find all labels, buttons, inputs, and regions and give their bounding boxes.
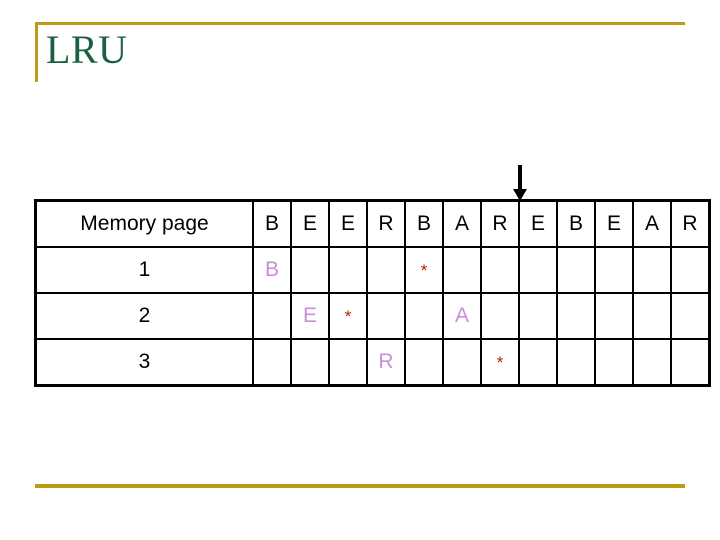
frame-cell	[518, 338, 558, 386]
reference-header-cell: B	[252, 200, 292, 248]
frame-cell	[404, 292, 444, 340]
frame-cell	[480, 246, 520, 294]
frame-cell: B	[252, 246, 292, 294]
frame-cell	[518, 292, 558, 340]
frame-number-label: 3	[35, 338, 254, 386]
frame-number-label: 1	[35, 246, 254, 294]
frame-cell	[442, 246, 482, 294]
table-body: 1 B * 2 E * A 3 R *	[35, 246, 710, 386]
frame-cell	[594, 246, 634, 294]
frame-cell	[670, 338, 710, 386]
next-reference-arrow-icon	[513, 165, 527, 201]
frame-cell: A	[442, 292, 482, 340]
frame-cell	[404, 338, 444, 386]
row-label-header: Memory page	[35, 200, 254, 248]
frame-cell	[670, 292, 710, 340]
frame-cell	[632, 292, 672, 340]
frame-cell	[632, 338, 672, 386]
frame-cell	[594, 292, 634, 340]
slide-accent-bottom-rule	[35, 484, 685, 488]
table-row: 3 R *	[35, 338, 710, 386]
frame-cell-hit-marker: *	[328, 292, 368, 340]
reference-header-cell: R	[366, 200, 406, 248]
reference-header-cell: R	[480, 200, 520, 248]
frame-cell: R	[366, 338, 406, 386]
frame-cell	[290, 338, 330, 386]
reference-header-cell: B	[556, 200, 596, 248]
frame-cell	[556, 338, 596, 386]
reference-header-cell: R	[670, 200, 710, 248]
table-row: 1 B *	[35, 246, 710, 294]
slide-accent-left-rule	[35, 22, 38, 82]
frame-cell	[442, 338, 482, 386]
reference-header-cell: E	[518, 200, 558, 248]
frame-cell-hit-marker: *	[404, 246, 444, 294]
reference-header-cell: B	[404, 200, 444, 248]
frame-cell	[556, 246, 596, 294]
frame-cell	[328, 246, 368, 294]
reference-header-cell: E	[328, 200, 368, 248]
reference-header-cell: A	[442, 200, 482, 248]
frame-cell	[252, 292, 292, 340]
frame-cell: E	[290, 292, 330, 340]
frame-cell	[670, 246, 710, 294]
table-header-row: Memory page B E E R B A R E B E A R	[35, 200, 710, 248]
frame-cell	[518, 246, 558, 294]
reference-header-cell: E	[290, 200, 330, 248]
frame-cell	[366, 246, 406, 294]
frame-cell	[290, 246, 330, 294]
frame-cell-hit-marker: *	[480, 338, 520, 386]
frame-cell	[252, 338, 292, 386]
reference-header-cell: E	[594, 200, 634, 248]
frame-cell	[632, 246, 672, 294]
reference-header-cell: A	[632, 200, 672, 248]
frame-cell	[366, 292, 406, 340]
table-row: 2 E * A	[35, 292, 710, 340]
lru-page-replacement-table: Memory page B E E R B A R E B E A R 1 B * 2…	[34, 199, 711, 387]
page-title: LRU	[46, 27, 128, 72]
frame-number-label: 2	[35, 292, 254, 340]
frame-cell	[480, 292, 520, 340]
frame-cell	[328, 338, 368, 386]
frame-cell	[594, 338, 634, 386]
frame-cell	[556, 292, 596, 340]
slide-accent-top-rule	[35, 22, 685, 25]
